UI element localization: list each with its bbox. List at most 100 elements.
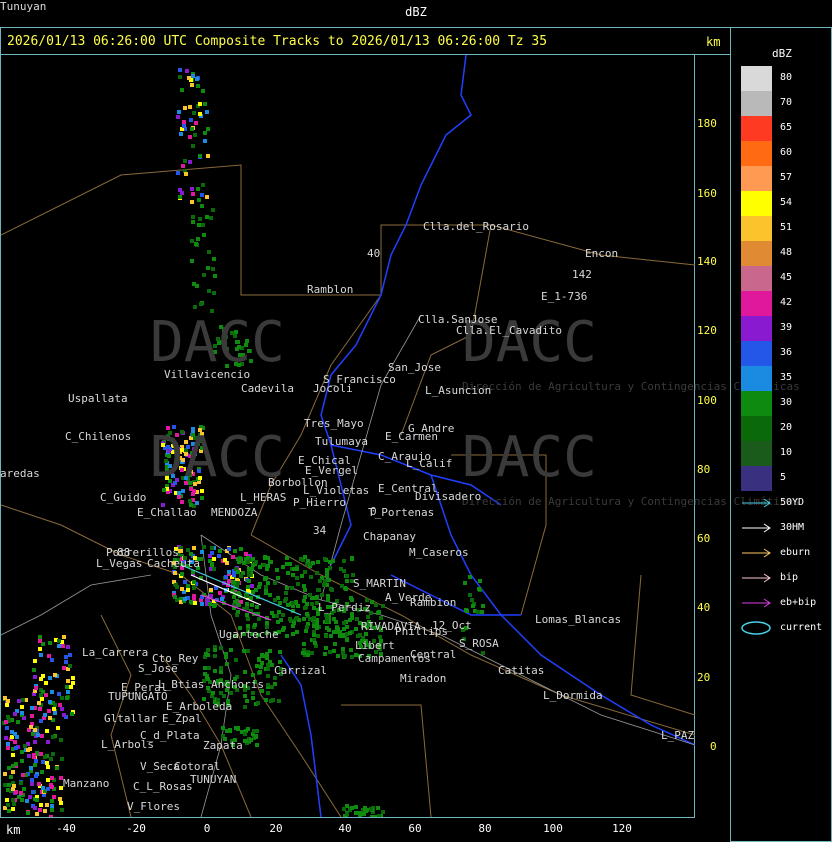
y-tick-label: 20: [697, 671, 711, 684]
track-label: current: [780, 622, 823, 633]
legend-swatch: [741, 266, 772, 291]
legend-label: 45: [780, 272, 793, 283]
place-label: Rambion: [410, 596, 457, 609]
place-label: Cotoral: [174, 760, 221, 773]
place-label: MENDOZA: [211, 506, 258, 519]
legend-swatch: [741, 291, 772, 316]
legend-swatch: [741, 116, 772, 141]
track-label: eb+bip: [780, 597, 817, 608]
place-label: Tunuyan: [0, 0, 47, 13]
place-label: L_HERAS: [240, 491, 287, 504]
place-label: Chapanay: [363, 530, 416, 543]
legend-swatch: [741, 341, 772, 366]
place-label: L_Asuncion: [425, 384, 492, 397]
x-tick-label: 60: [408, 822, 422, 835]
legend-swatch: [741, 366, 772, 391]
x-tick-label: 40: [338, 822, 352, 835]
place-label: P_Hierro: [293, 496, 346, 509]
legend-title: dBZ: [772, 47, 792, 60]
place-label: Miradon: [400, 672, 447, 685]
legend-label: 10: [780, 447, 793, 458]
place-label: Zapata: [203, 739, 243, 752]
y-tick-label: 140: [697, 255, 717, 268]
y-tick-label: 0: [710, 740, 717, 753]
place-label: C_Guido: [100, 491, 147, 504]
header-text: 2026/01/13 06:26:00 UTC Composite Tracks…: [7, 34, 548, 49]
place-label: S_MARTIN: [353, 577, 406, 590]
place-label: L_Arbols: [101, 738, 154, 751]
place-label: Catitas: [498, 664, 545, 677]
track-label: 50YD: [780, 497, 805, 508]
track-arrow-icon: [742, 523, 771, 533]
legend-label: 60: [780, 147, 793, 158]
place-label: Tulumaya: [315, 435, 368, 448]
legend-label: 65: [780, 122, 793, 133]
legend-label: 54: [780, 197, 793, 208]
place-label: Libert: [355, 639, 395, 652]
place-label: Gltallar: [104, 712, 157, 725]
place-label: G_Andre: [408, 422, 455, 435]
place-label: Ugarteche: [219, 628, 279, 641]
track-arrow-icon: [742, 598, 771, 608]
place-label: 142: [572, 268, 592, 281]
x-tick-label: 20: [269, 822, 283, 835]
place-label: Carrizal: [274, 664, 327, 677]
legend-swatch: [741, 166, 772, 191]
place-label: Tres_Mayo: [304, 417, 364, 430]
place-label: 0: [370, 505, 377, 518]
x-tick-label: -20: [126, 822, 146, 835]
y-tick-label: 160: [697, 187, 717, 200]
track-label: eburn: [780, 547, 811, 558]
watermark-logo: DACC: [150, 425, 285, 490]
place-label: Ramblon: [307, 283, 354, 296]
units-top: km: [706, 35, 721, 49]
place-label: TUNUYAN: [190, 773, 237, 786]
place-label: TUPUNGATO: [108, 690, 168, 703]
top-title: dBZ: [405, 5, 427, 19]
place-label: Phillips: [395, 625, 448, 638]
place-label: C_Chilenos: [65, 430, 132, 443]
place-label: Cacheuta: [147, 557, 200, 570]
y-tick-label: 80: [697, 463, 711, 476]
place-label: La_Carrera: [82, 646, 149, 659]
x-tick-label: 0: [203, 822, 211, 835]
track-label: 30HM: [780, 522, 805, 533]
legend-swatch: [741, 216, 772, 241]
legend-label: 39: [780, 322, 793, 333]
place-label: Central: [410, 648, 457, 661]
legend-label: 5: [780, 472, 787, 483]
place-label: 40: [367, 247, 381, 260]
current-track-ellipse: [741, 621, 771, 635]
legend-swatch: [741, 416, 772, 441]
place-label: Jocoli: [313, 382, 353, 395]
y-tick-label: 60: [697, 532, 711, 545]
place-label: T_Portenas: [368, 506, 435, 519]
place-label: Lomas_Blancas: [535, 613, 622, 626]
track-arrow-icon: [742, 548, 771, 558]
place-label: 88: [117, 546, 131, 559]
legend-label: 48: [780, 247, 793, 258]
y-tick-label: 40: [697, 601, 711, 614]
legend-label: 36: [780, 347, 793, 358]
place-label: Cadevila: [241, 382, 294, 395]
place-label: Clla.del_Rosario: [423, 220, 529, 233]
legend-label: 42: [780, 297, 793, 308]
watermark-logo: DACC: [150, 310, 285, 375]
place-label: L_Perdiz: [318, 601, 371, 614]
place-label: Manzano: [63, 777, 110, 790]
place-label: Divisadero: [415, 490, 482, 503]
legend-swatch: [741, 66, 772, 91]
legend-swatch: [741, 391, 772, 416]
place-label: Encon: [585, 247, 619, 260]
y-tick-label: 120: [697, 324, 717, 337]
y-tick-label: 100: [697, 394, 717, 407]
place-label: Anchoris: [211, 678, 264, 691]
place-label: E_Challao: [137, 506, 197, 519]
legend-swatch: [741, 191, 772, 216]
place-label: 34: [313, 524, 327, 537]
legend-swatch: [741, 91, 772, 116]
x-tick-label: 80: [478, 822, 492, 835]
place-label: Uspallata: [68, 392, 128, 405]
units-bottom: km: [6, 823, 21, 837]
legend-label: 35: [780, 372, 793, 383]
